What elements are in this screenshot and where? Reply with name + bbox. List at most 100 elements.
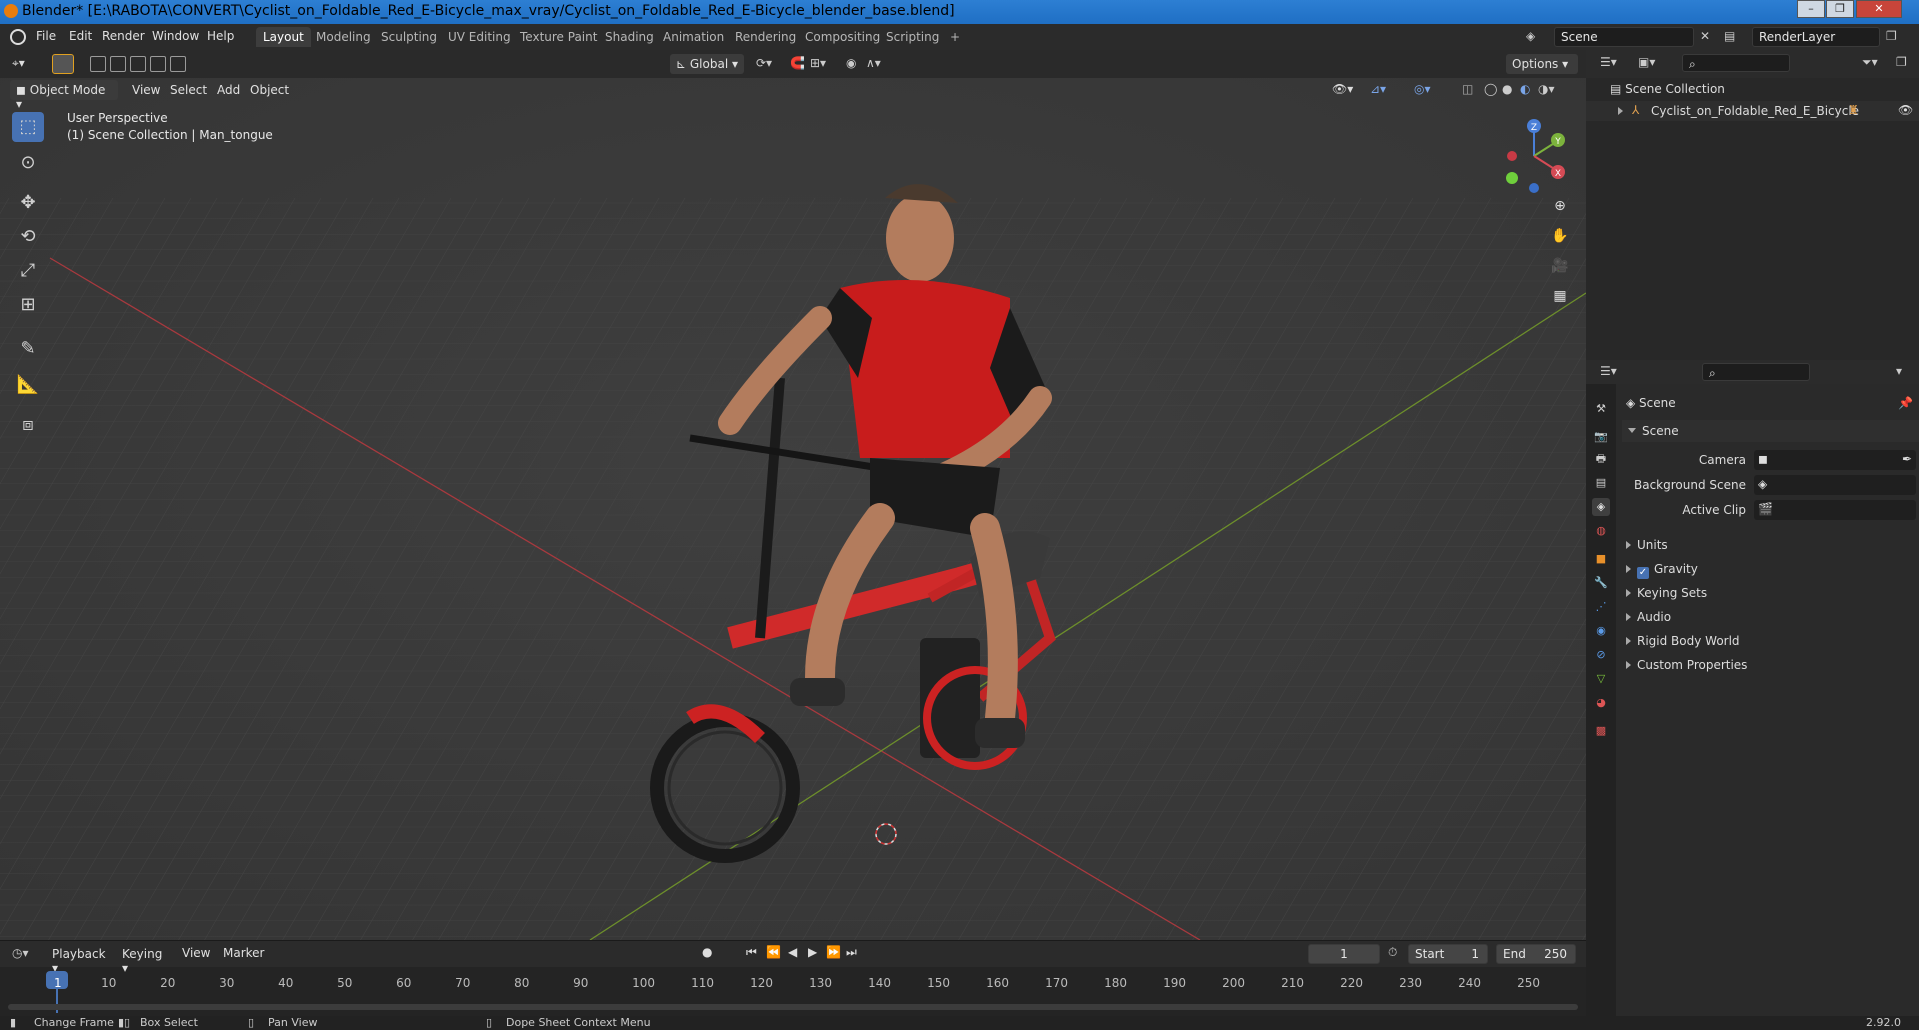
measure-tool-icon[interactable]: 📐: [12, 370, 44, 400]
navigation-gizmo[interactable]: Z Y X: [1496, 116, 1576, 196]
camera-field[interactable]: ◼ ✒: [1754, 450, 1916, 470]
new-collection-icon[interactable]: ❐: [1896, 55, 1907, 69]
transform-orientation-dropdown[interactable]: ⊾ Global ▾: [670, 54, 744, 74]
menu-object[interactable]: Object: [250, 83, 289, 97]
subpanel-custom-properties[interactable]: Custom Properties: [1626, 658, 1747, 672]
eye-visibility-icon[interactable]: 👁: [1898, 103, 1913, 117]
move-tool-icon[interactable]: ✥: [12, 188, 44, 218]
menu-view[interactable]: View: [182, 946, 210, 960]
select-new-icon[interactable]: [90, 56, 106, 72]
menu-view[interactable]: View: [132, 83, 160, 97]
display-mode-icon[interactable]: ▣▾: [1638, 55, 1655, 69]
scene-selector[interactable]: Scene: [1554, 27, 1694, 47]
transform-tool-icon[interactable]: ⊞: [12, 290, 44, 320]
annotate-tool-icon[interactable]: ✎: [12, 334, 44, 364]
next-keyframe-icon[interactable]: ⏩: [826, 945, 841, 959]
menu-render[interactable]: Render: [102, 29, 145, 43]
camera-view-icon[interactable]: 🎥: [1549, 255, 1571, 277]
menu-file[interactable]: File: [36, 29, 56, 43]
menu-edit[interactable]: Edit: [69, 29, 92, 43]
playback-menu[interactable]: Playback ▾: [46, 944, 112, 975]
3d-viewport[interactable]: User Perspective (1) Scene Collection | …: [0, 78, 1586, 940]
outliner-search-input[interactable]: ⌕: [1682, 54, 1790, 72]
end-frame-field[interactable]: End 250: [1496, 944, 1576, 964]
maximize-button[interactable]: ❐: [1826, 0, 1854, 18]
tab-shading[interactable]: Shading: [598, 27, 661, 47]
material-tab-icon[interactable]: ◕: [1592, 694, 1610, 712]
particles-tab-icon[interactable]: ⋰: [1592, 598, 1610, 616]
tab-rendering[interactable]: Rendering: [728, 27, 803, 47]
chevron-down-icon[interactable]: ▾: [1896, 364, 1902, 378]
menu-add[interactable]: Add: [217, 83, 240, 97]
editor-type-icon[interactable]: ⌖▾: [12, 56, 25, 71]
play-icon[interactable]: ▶: [808, 945, 817, 959]
timeline-editor[interactable]: ◷▾ Playback ▾ Keying ▾ View Marker ● ⏮ ⏪…: [0, 940, 1586, 1016]
tab-scripting[interactable]: Scripting: [879, 27, 946, 47]
snap-target-icon[interactable]: ⊞▾: [810, 56, 826, 70]
properties-search-input[interactable]: ⌕: [1702, 363, 1810, 381]
options-dropdown[interactable]: Options ▾: [1506, 54, 1578, 74]
zoom-icon[interactable]: ⊕: [1549, 195, 1571, 217]
data-tab-icon[interactable]: ▽: [1592, 670, 1610, 688]
gravity-checkbox[interactable]: ✓: [1637, 567, 1649, 579]
record-icon[interactable]: ●: [702, 945, 712, 959]
menu-help[interactable]: Help: [207, 29, 234, 43]
modifier-tab-icon[interactable]: 🔧: [1592, 574, 1610, 592]
select-box-tool-icon[interactable]: ⬚: [12, 112, 44, 142]
object-tab-icon[interactable]: ■: [1592, 550, 1610, 568]
expand-arrow-icon[interactable]: [1618, 107, 1623, 115]
select-tool-icon[interactable]: [52, 54, 74, 74]
mode-selector[interactable]: ◼ Object Mode ▾: [10, 80, 118, 111]
current-frame-field[interactable]: 1: [1308, 944, 1380, 964]
rotate-tool-icon[interactable]: ⟲: [12, 222, 44, 252]
view-layer-tab-icon[interactable]: ▤: [1592, 474, 1610, 492]
tab-texture-paint[interactable]: Texture Paint: [513, 27, 604, 47]
timeline-editor-icon[interactable]: ◷▾: [12, 946, 29, 960]
close-button[interactable]: ✕: [1856, 0, 1902, 18]
blender-menu-icon[interactable]: [10, 29, 26, 45]
prev-keyframe-icon[interactable]: ⏪: [766, 945, 781, 959]
select-subtract-icon[interactable]: [130, 56, 146, 72]
ortho-grid-icon[interactable]: ▦: [1549, 285, 1571, 307]
tab-sculpting[interactable]: Sculpting: [374, 27, 444, 47]
filter-icon[interactable]: ⏷▾: [1862, 55, 1878, 70]
add-workspace-button[interactable]: +: [943, 27, 967, 47]
subpanel-audio[interactable]: Audio: [1626, 610, 1671, 624]
falloff-icon[interactable]: ∧▾: [866, 56, 881, 70]
properties-editor-icon[interactable]: ☰▾: [1600, 364, 1617, 378]
snap-icon[interactable]: 🧲: [790, 56, 805, 70]
active-clip-field[interactable]: 🎬: [1754, 500, 1916, 520]
outliner-row-scene-collection[interactable]: ▤ Scene Collection: [1610, 82, 1725, 96]
view-layer-selector[interactable]: RenderLayer: [1752, 27, 1880, 47]
scene-tab-icon[interactable]: ◈: [1592, 498, 1610, 516]
jump-end-icon[interactable]: ⏭: [846, 945, 857, 960]
tool-tab-icon[interactable]: ⚒: [1592, 400, 1610, 418]
pin-icon[interactable]: 📌: [1898, 396, 1913, 410]
output-tab-icon[interactable]: 🖶: [1592, 450, 1610, 468]
menu-window[interactable]: Window: [152, 29, 199, 43]
select-intersect-icon[interactable]: [170, 56, 186, 72]
subpanel-gravity[interactable]: ✓ Gravity: [1626, 562, 1698, 579]
subpanel-units[interactable]: Units: [1626, 538, 1668, 552]
menu-select[interactable]: Select: [170, 83, 207, 97]
physics-tab-icon[interactable]: ◉: [1592, 622, 1610, 640]
minimize-button[interactable]: –: [1797, 0, 1825, 18]
tab-modeling[interactable]: Modeling: [309, 27, 378, 47]
subpanel-keying-sets[interactable]: Keying Sets: [1626, 586, 1707, 600]
menu-marker[interactable]: Marker: [223, 946, 264, 960]
collapse-arrow-icon[interactable]: [1628, 428, 1636, 433]
jump-start-icon[interactable]: ⏮: [746, 945, 757, 960]
pan-hand-icon[interactable]: ✋: [1549, 225, 1571, 247]
select-invert-icon[interactable]: [150, 56, 166, 72]
pivot-point-icon[interactable]: ⟳▾: [756, 56, 772, 70]
timeline-scrollbar[interactable]: [8, 1004, 1578, 1010]
outliner-row-object[interactable]: ⅄ Cyclist_on_Foldable_Red_E_Bicycle ♜ 👁: [1586, 101, 1919, 121]
keying-menu[interactable]: Keying ▾: [116, 944, 174, 975]
world-tab-icon[interactable]: ◍: [1592, 522, 1610, 540]
texture-tab-icon[interactable]: ▩: [1592, 722, 1610, 740]
constraints-tab-icon[interactable]: ⊘: [1592, 646, 1610, 664]
tab-layout[interactable]: Layout: [256, 27, 311, 47]
select-extend-icon[interactable]: [110, 56, 126, 72]
cursor-tool-icon[interactable]: ⊙: [12, 148, 44, 178]
proportional-edit-icon[interactable]: ◉: [846, 56, 856, 70]
